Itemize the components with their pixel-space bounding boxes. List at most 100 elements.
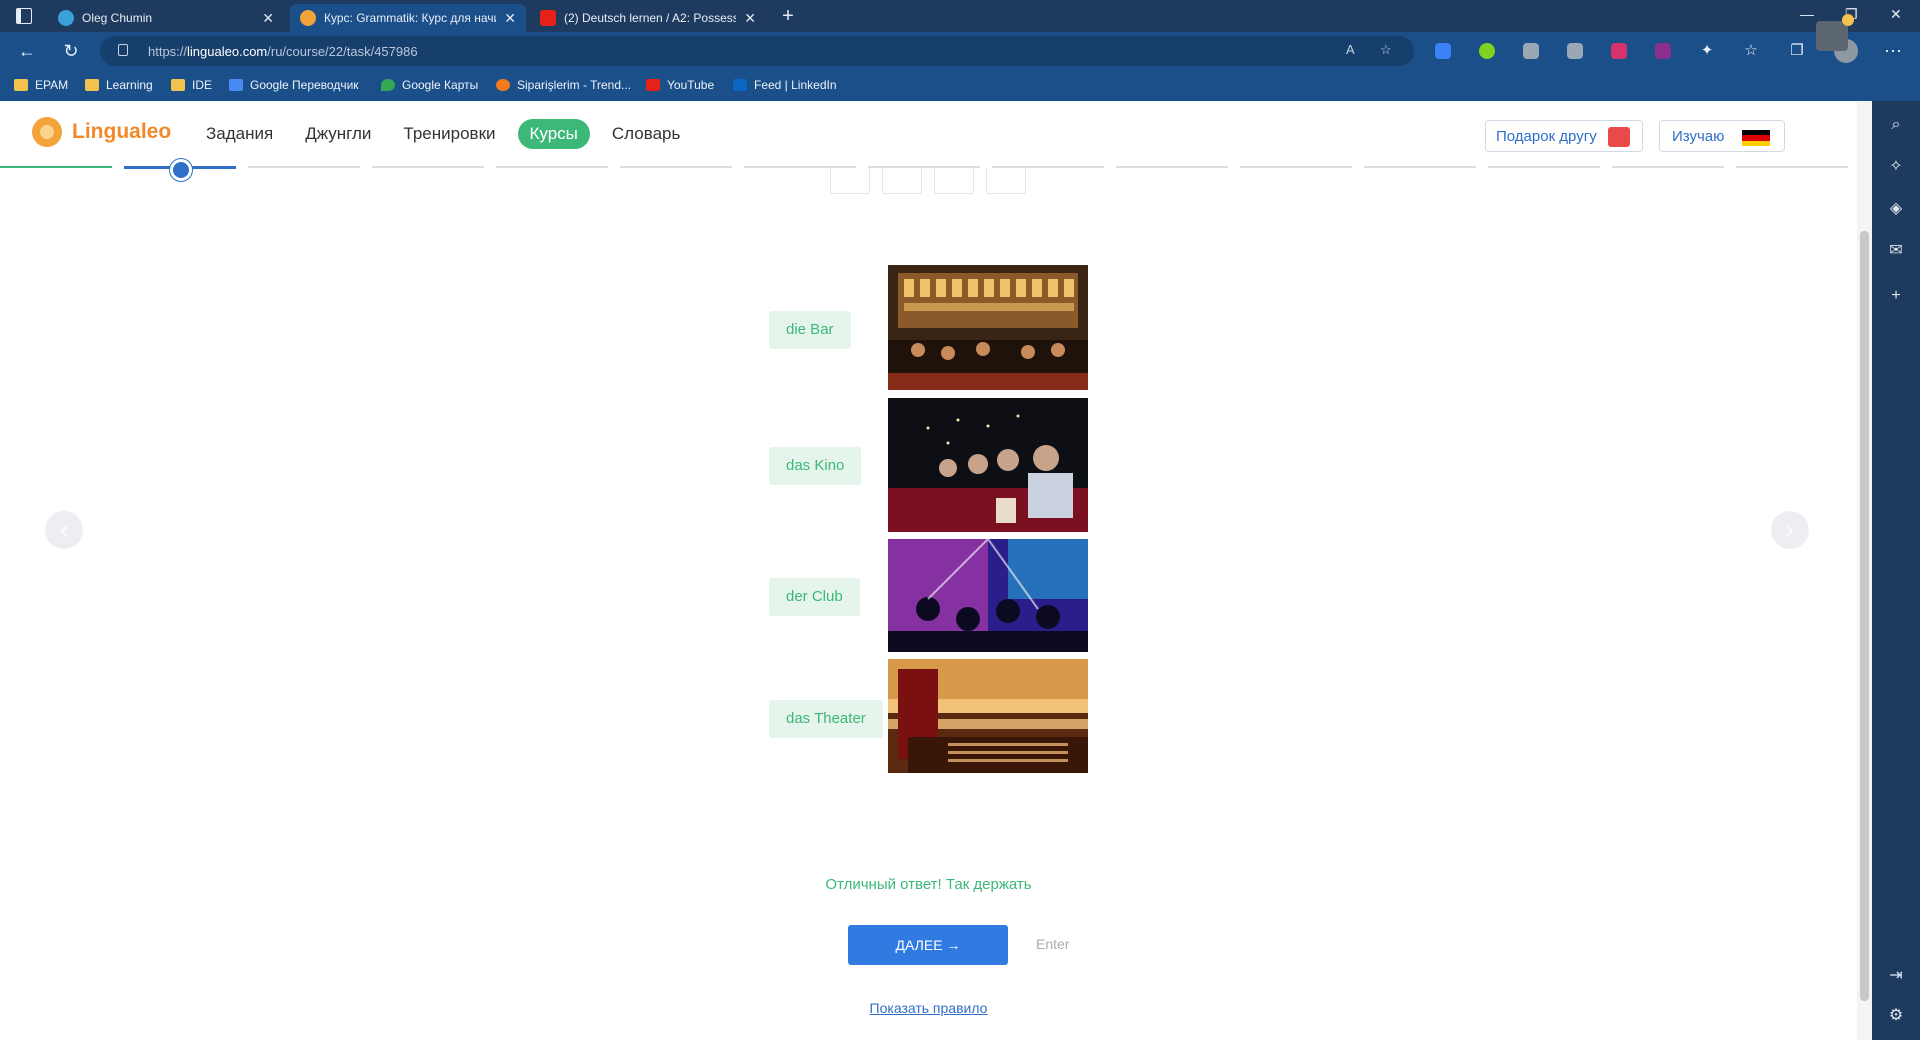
translate-extension-icon[interactable] bbox=[1435, 43, 1451, 59]
google-maps-icon bbox=[381, 79, 395, 91]
word-chip-club[interactable]: der Club bbox=[769, 578, 860, 616]
menu-item-tasks[interactable]: Задания bbox=[206, 119, 273, 149]
youtube-icon bbox=[646, 79, 660, 91]
folder-icon bbox=[85, 79, 99, 91]
bookmark-ide[interactable]: IDE bbox=[171, 77, 212, 93]
close-tab-icon[interactable]: ✕ bbox=[504, 10, 516, 27]
lion-logo-icon bbox=[32, 117, 62, 147]
close-window-icon[interactable]: ✕ bbox=[1890, 6, 1902, 23]
new-tab-button[interactable]: + bbox=[775, 4, 801, 28]
progress-segment[interactable] bbox=[0, 166, 112, 168]
bookmarks-bar: EPAM Learning IDE Google Переводчик Goog… bbox=[0, 70, 1920, 101]
progress-segment[interactable] bbox=[1116, 166, 1228, 168]
word-chip-theater[interactable]: das Theater bbox=[769, 700, 883, 738]
club-photo bbox=[888, 539, 1088, 652]
site-header: Lingualeo Задания Джунгли Тренировки Кур… bbox=[0, 101, 1857, 167]
lock-icon bbox=[118, 44, 128, 56]
bookmark-google-translate[interactable]: Google Переводчик bbox=[229, 77, 359, 93]
favorites-icon[interactable]: ☆ bbox=[1740, 40, 1762, 62]
browser-tab-youtube[interactable]: (2) Deutsch lernen / A2: Possessivartike… bbox=[530, 4, 766, 32]
tools-icon[interactable]: ◈ bbox=[1886, 199, 1906, 219]
linkedin-icon bbox=[733, 79, 747, 91]
gift-friend-button[interactable]: Подарок другу bbox=[1485, 120, 1643, 152]
folder-icon bbox=[14, 79, 28, 91]
answer-slot bbox=[986, 167, 1026, 194]
progress-segment[interactable] bbox=[1736, 166, 1848, 168]
menu-item-courses[interactable]: Курсы bbox=[517, 119, 590, 149]
add-icon[interactable]: + bbox=[1886, 286, 1906, 306]
folder-icon bbox=[171, 79, 185, 91]
scrollbar-thumb[interactable] bbox=[1860, 231, 1869, 1001]
hide-sidebar-icon[interactable]: ⇥ bbox=[1886, 966, 1906, 986]
bookmark-google-maps[interactable]: Google Карты bbox=[381, 77, 478, 93]
outlook-icon[interactable]: ✉ bbox=[1886, 241, 1906, 261]
more-menu-icon[interactable]: ⋯ bbox=[1882, 40, 1904, 62]
page-scrollbar[interactable] bbox=[1857, 101, 1872, 1040]
search-icon[interactable]: ⌕ bbox=[1886, 115, 1906, 135]
gift-icon bbox=[1608, 127, 1630, 147]
bar-photo bbox=[888, 265, 1088, 390]
address-bar[interactable]: https://lingualeo.com/ru/course/22/task/… bbox=[100, 36, 1414, 66]
word-chip-bar[interactable]: die Bar bbox=[769, 311, 851, 349]
progress-segment[interactable] bbox=[372, 166, 484, 168]
lingualeo-logo[interactable]: Lingualeo bbox=[32, 117, 171, 147]
google-translate-icon bbox=[229, 79, 243, 91]
course-progress-bar bbox=[0, 166, 1857, 172]
show-rule-link[interactable]: Показать правило bbox=[0, 1000, 1857, 1016]
browser-tab-oleg[interactable]: Oleg Chumin ✕ bbox=[48, 4, 284, 32]
copilot-icon[interactable]: ✧ bbox=[1886, 157, 1906, 177]
progress-segment[interactable] bbox=[620, 166, 732, 168]
browser-tab-bar: Oleg Chumin ✕ Курс: Grammatik: Курс для … bbox=[0, 0, 1920, 32]
gear-icon[interactable]: ⚙ bbox=[1886, 1006, 1906, 1026]
current-lesson-marker-icon bbox=[170, 159, 192, 181]
progress-segment[interactable] bbox=[1488, 166, 1600, 168]
bookmark-youtube[interactable]: YouTube bbox=[646, 77, 714, 93]
menu-item-jungle[interactable]: Джунгли bbox=[305, 119, 371, 149]
feedback-message: Отличный ответ! Так держать bbox=[825, 876, 1032, 893]
next-button[interactable]: ДАЛЕЕ → bbox=[848, 925, 1008, 965]
favorite-star-icon[interactable]: ☆ bbox=[1380, 42, 1392, 58]
browser-toolbar: ← ↻ https://lingualeo.com/ru/course/22/t… bbox=[0, 32, 1920, 70]
progress-segment[interactable] bbox=[1612, 166, 1724, 168]
tab-title: Курс: Grammatik: Курс для начинающих bbox=[324, 11, 496, 25]
read-aloud-icon[interactable]: A bbox=[1346, 42, 1355, 57]
bookmark-epam[interactable]: EPAM bbox=[14, 77, 68, 93]
bookmark-trendyol[interactable]: Siparişlerim - Trend... bbox=[496, 77, 631, 93]
progress-segment[interactable] bbox=[1364, 166, 1476, 168]
lingualeo-favicon-icon bbox=[300, 10, 316, 26]
progress-segment[interactable] bbox=[496, 166, 608, 168]
back-icon[interactable]: ← bbox=[16, 40, 38, 62]
previous-arrow-button[interactable]: ‹ bbox=[45, 511, 83, 549]
next-arrow-button[interactable]: › bbox=[1771, 511, 1809, 549]
close-tab-icon[interactable]: ✕ bbox=[744, 10, 756, 27]
progress-segment[interactable] bbox=[1240, 166, 1352, 168]
url-text: https://lingualeo.com/ru/course/22/task/… bbox=[148, 44, 418, 59]
menu-item-trainings[interactable]: Тренировки bbox=[403, 119, 495, 149]
extension-icon[interactable] bbox=[1611, 43, 1627, 59]
grammarly-extension-icon[interactable] bbox=[1479, 43, 1495, 59]
browser-tab-course[interactable]: Курс: Grammatik: Курс для начинающих ✕ bbox=[290, 4, 526, 32]
gift-friend-label: Подарок другу bbox=[1496, 127, 1597, 145]
learning-language-label: Изучаю bbox=[1672, 127, 1725, 145]
close-tab-icon[interactable]: ✕ bbox=[262, 10, 274, 27]
refresh-icon[interactable]: ↻ bbox=[60, 40, 82, 62]
word-chip-kino[interactable]: das Kino bbox=[769, 447, 862, 485]
learning-language-button[interactable]: Изучаю bbox=[1659, 120, 1785, 152]
tab-actions-icon[interactable] bbox=[16, 8, 32, 24]
tab-title: (2) Deutsch lernen / A2: Possessivartike… bbox=[564, 11, 737, 25]
theater-photo bbox=[888, 659, 1088, 773]
menu-item-dictionary[interactable]: Словарь bbox=[612, 119, 680, 149]
tab-title: Oleg Chumin bbox=[82, 11, 153, 25]
extensions-puzzle-icon[interactable]: ✦ bbox=[1696, 40, 1718, 62]
collections-icon[interactable]: ❐ bbox=[1786, 40, 1808, 62]
bookmark-learning[interactable]: Learning bbox=[85, 77, 153, 93]
progress-segment[interactable] bbox=[248, 166, 360, 168]
extension-icon[interactable] bbox=[1567, 43, 1583, 59]
main-menu: Задания Джунгли Тренировки Курсы Словарь bbox=[206, 119, 712, 149]
extension-icon[interactable] bbox=[1523, 43, 1539, 59]
user-avatar[interactable] bbox=[1816, 21, 1848, 51]
minimize-icon[interactable]: — bbox=[1800, 6, 1814, 22]
cinema-photo bbox=[888, 398, 1088, 532]
extension-icon[interactable] bbox=[1655, 43, 1671, 59]
bookmark-linkedin[interactable]: Feed | LinkedIn bbox=[733, 77, 837, 93]
